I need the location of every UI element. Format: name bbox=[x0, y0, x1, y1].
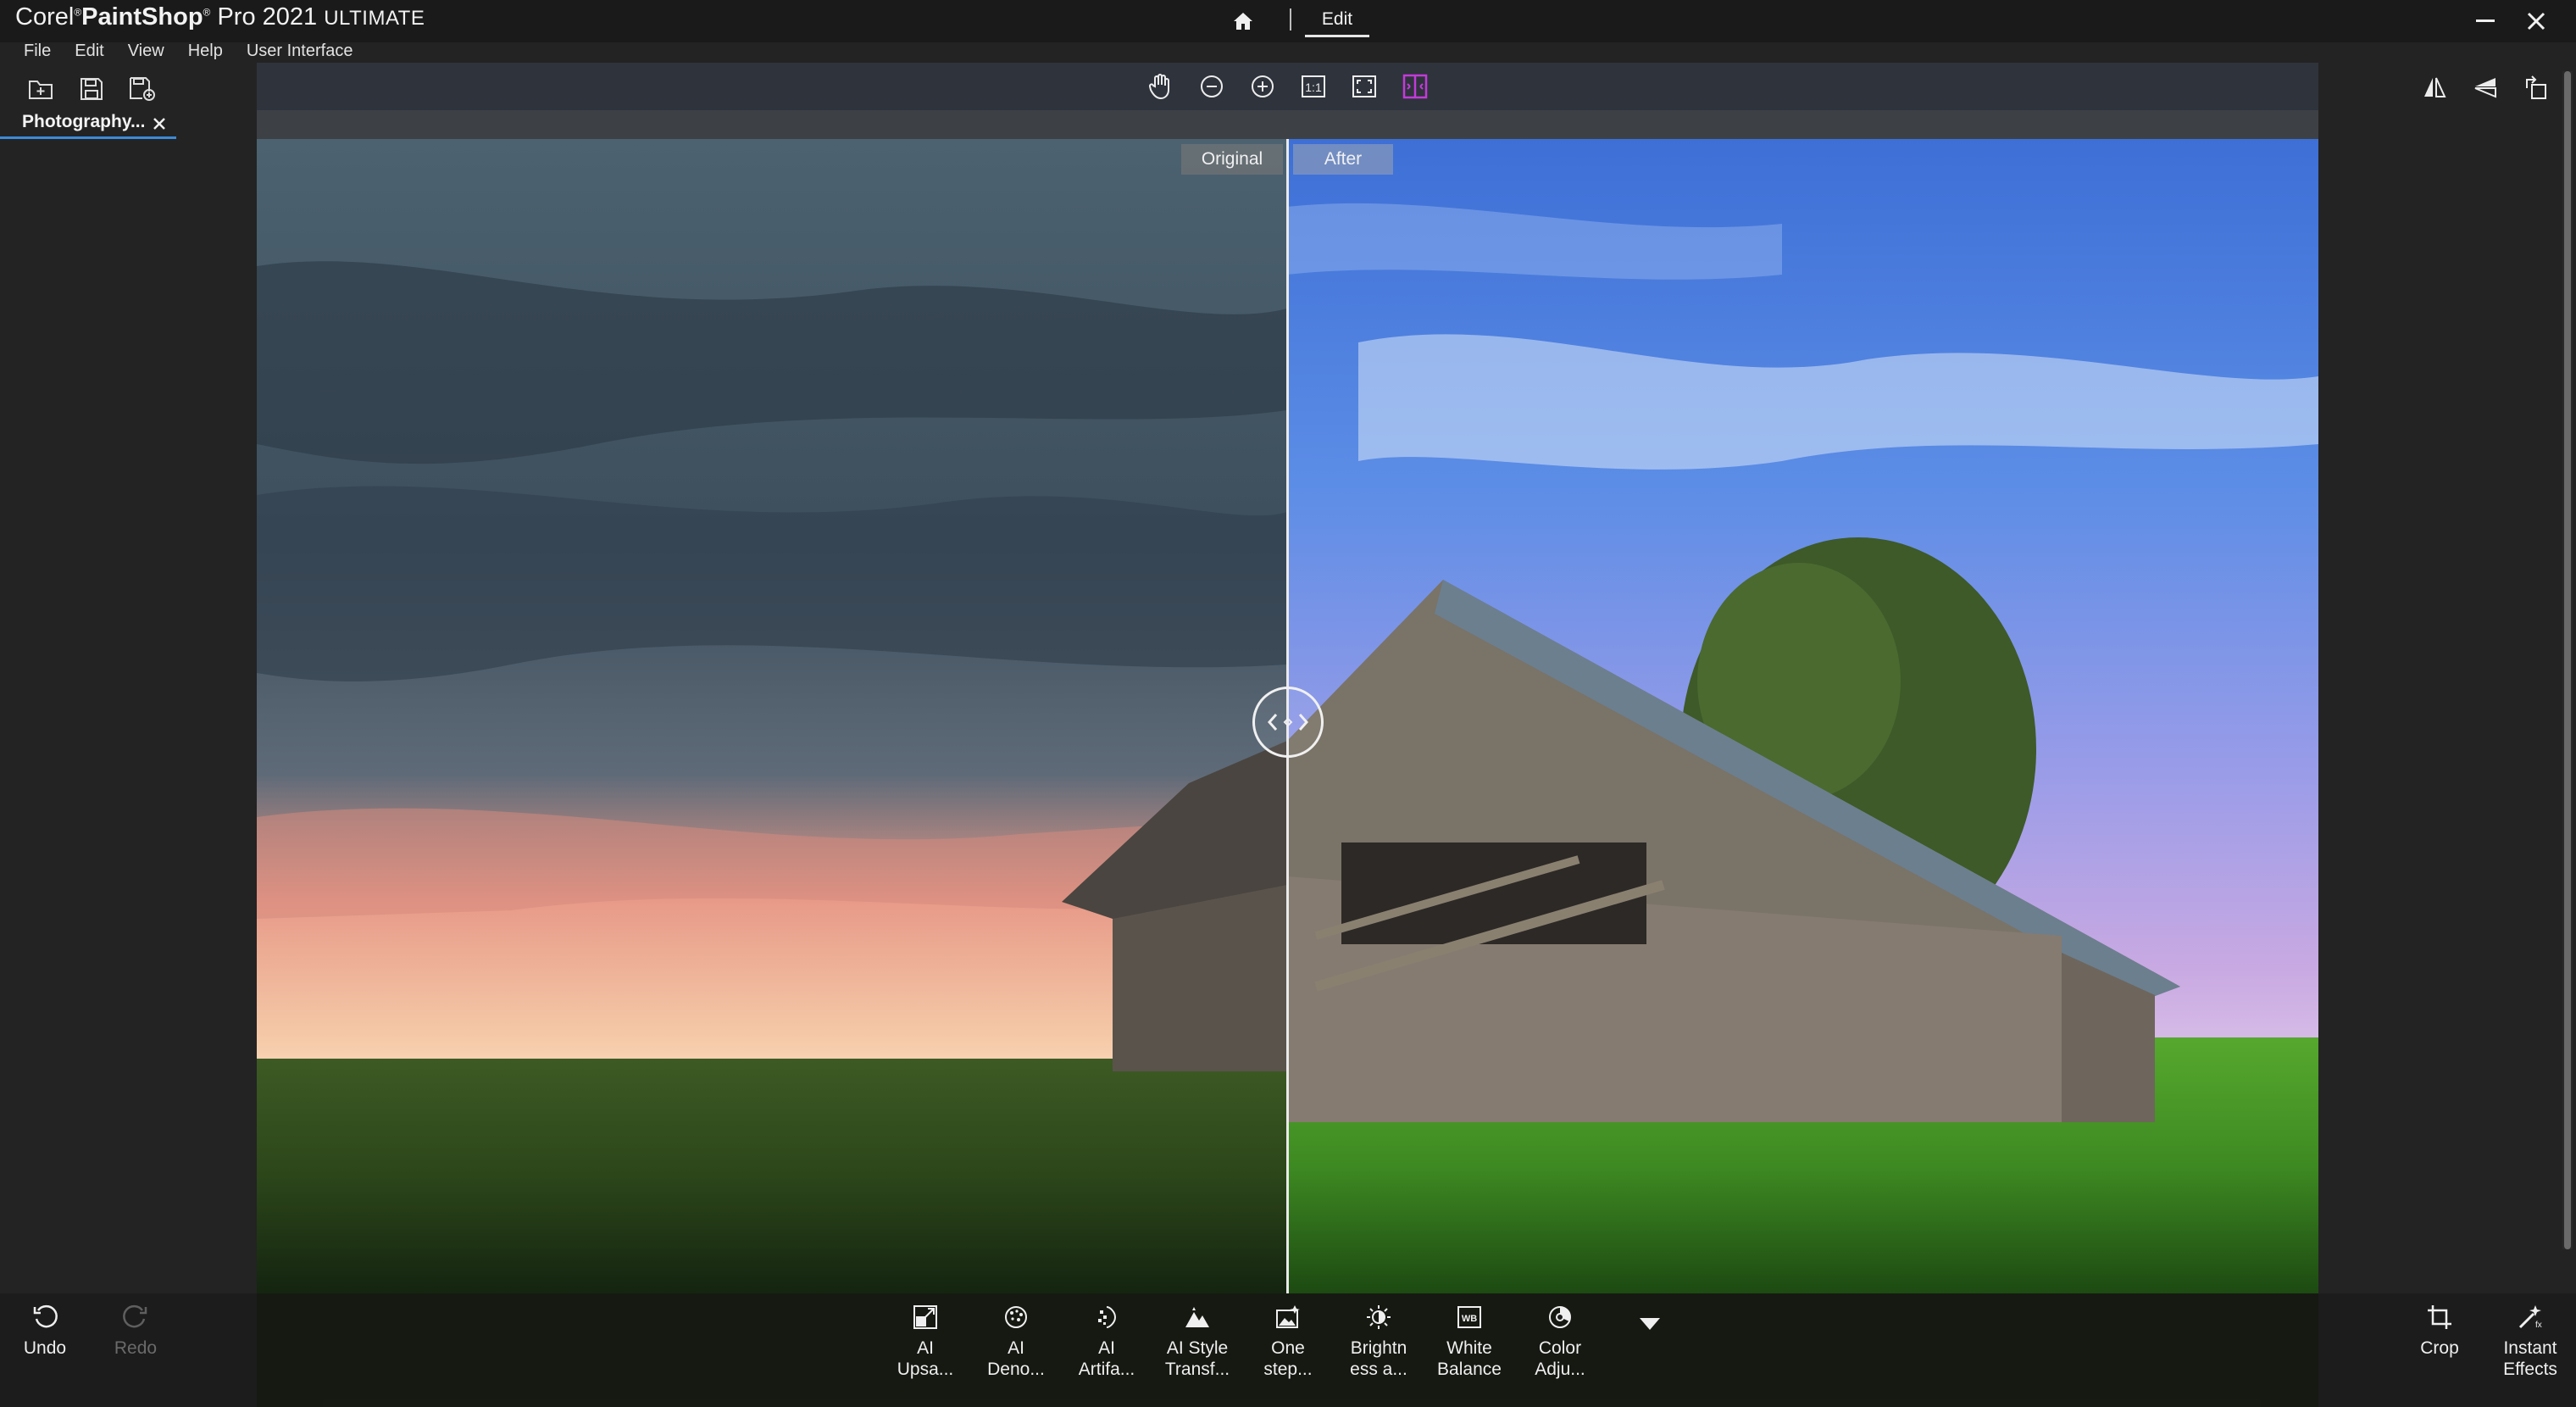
instant-effects-icon: fx bbox=[2518, 1305, 2542, 1330]
menu-bar: File Edit View Help User Interface bbox=[0, 42, 364, 63]
brand-suffix: Pro 2021 bbox=[217, 3, 318, 31]
white-balance-button[interactable]: WB White Balance bbox=[1427, 1300, 1512, 1404]
close-window-button[interactable] bbox=[2513, 3, 2559, 39]
more-tools-button[interactable] bbox=[1630, 1309, 1669, 1339]
undo-button[interactable]: Undo bbox=[3, 1300, 87, 1404]
ai-denoise-icon bbox=[1005, 1306, 1027, 1328]
pan-hand-icon bbox=[1148, 74, 1169, 100]
close-tab-icon bbox=[153, 118, 165, 130]
brightness-label: Brightn ess a... bbox=[1350, 1338, 1407, 1379]
white-balance-icon: WB bbox=[1457, 1306, 1481, 1328]
flip-vertical-button[interactable] bbox=[2466, 70, 2505, 105]
instant-effects-label: Instant Effects bbox=[2503, 1338, 2557, 1379]
ai-style-transfer-icon bbox=[1185, 1307, 1209, 1327]
actual-size-text: 1:1 bbox=[1305, 81, 1322, 94]
menu-user-interface[interactable]: User Interface bbox=[235, 42, 365, 63]
actual-size-button[interactable]: 1:1 bbox=[1295, 70, 1332, 103]
menu-help[interactable]: Help bbox=[176, 42, 235, 63]
zoom-in-button[interactable] bbox=[1244, 70, 1281, 103]
instant-effects-button[interactable]: fx Instant Effects bbox=[2488, 1300, 2573, 1404]
brand-edition: ULTIMATE bbox=[324, 7, 425, 30]
ai-style-transfer-button[interactable]: AI Style Transf... bbox=[1155, 1300, 1240, 1404]
undo-icon bbox=[33, 1304, 58, 1328]
flip-vertical-icon bbox=[2474, 78, 2496, 98]
flip-horizontal-button[interactable] bbox=[2415, 70, 2454, 105]
minimize-button[interactable] bbox=[2462, 3, 2508, 39]
one-step-photo-fix-button[interactable]: One step... bbox=[1246, 1300, 1330, 1404]
ai-upsampling-label: AI Upsa... bbox=[897, 1338, 954, 1379]
brand-prefix: Corel bbox=[15, 3, 75, 31]
crop-button[interactable]: Crop bbox=[2397, 1300, 2482, 1404]
save-as-button[interactable] bbox=[124, 71, 161, 107]
menu-file[interactable]: File bbox=[0, 42, 63, 63]
rotate-button[interactable] bbox=[2517, 70, 2556, 105]
white-balance-glyph: WB bbox=[1462, 1314, 1477, 1324]
color-adjust-label: Color Adju... bbox=[1535, 1338, 1585, 1379]
vertical-scrollbar[interactable] bbox=[2562, 71, 2573, 1249]
original-label: Original bbox=[1181, 144, 1283, 175]
open-icon bbox=[29, 81, 53, 99]
minimize-icon bbox=[2476, 19, 2495, 22]
color-adjust-icon bbox=[1549, 1306, 1571, 1328]
pan-button[interactable] bbox=[1142, 70, 1180, 103]
title-bar: Corel®PaintShop® Pro 2021 ULTIMATE Edit bbox=[0, 0, 2576, 42]
white-balance-label: White Balance bbox=[1437, 1338, 1502, 1379]
zoom-out-icon bbox=[1201, 75, 1223, 97]
app-title: Corel®PaintShop® Pro 2021 ULTIMATE bbox=[15, 3, 425, 31]
one-step-photo-fix-label: One step... bbox=[1263, 1338, 1313, 1379]
more-tools-icon bbox=[1640, 1318, 1660, 1330]
brightness-button[interactable]: Brightn ess a... bbox=[1336, 1300, 1421, 1404]
view-toolbar bbox=[257, 63, 2318, 110]
open-button[interactable] bbox=[22, 71, 59, 107]
zoom-in-icon bbox=[1252, 75, 1274, 97]
rotate-icon bbox=[2526, 75, 2546, 99]
redo-label: Redo bbox=[114, 1338, 158, 1358]
redo-button[interactable]: Redo bbox=[93, 1300, 178, 1404]
redo-icon bbox=[123, 1304, 147, 1328]
brightness-icon bbox=[1367, 1305, 1391, 1329]
save-button[interactable] bbox=[73, 71, 110, 107]
crop-label: Crop bbox=[2420, 1338, 2459, 1358]
menu-view[interactable]: View bbox=[116, 42, 176, 63]
home-button[interactable] bbox=[1227, 7, 1259, 36]
ai-artifact-removal-label: AI Artifa... bbox=[1078, 1338, 1135, 1379]
after-label: After bbox=[1293, 144, 1393, 175]
svg-text:fx: fx bbox=[2535, 1321, 2542, 1330]
color-adjust-button[interactable]: Color Adju... bbox=[1518, 1300, 1602, 1404]
crop-icon bbox=[2428, 1305, 2451, 1329]
ai-denoise-button[interactable]: AI Deno... bbox=[974, 1300, 1058, 1404]
mode-separator bbox=[1290, 8, 1291, 31]
ai-upsampling-button[interactable]: AI Upsa... bbox=[883, 1300, 968, 1404]
ai-style-transfer-label: AI Style Transf... bbox=[1164, 1338, 1230, 1379]
actual-size-icon: 1:1 bbox=[1302, 75, 1325, 97]
document-tab-label: Photography... bbox=[22, 112, 146, 131]
ai-artifact-removal-icon bbox=[1098, 1306, 1117, 1328]
fit-to-window-icon bbox=[1352, 75, 1376, 97]
brand-registered-mark-2: ® bbox=[203, 6, 211, 19]
zoom-out-button[interactable] bbox=[1193, 70, 1230, 103]
ai-upsampling-icon bbox=[913, 1305, 937, 1329]
undo-label: Undo bbox=[23, 1338, 67, 1358]
drag-handle-icon bbox=[1267, 714, 1309, 731]
brand-registered-mark: ® bbox=[74, 6, 82, 19]
flip-horizontal-icon bbox=[2424, 77, 2446, 97]
close-tab-button[interactable] bbox=[149, 114, 169, 134]
document-tab[interactable]: Photography... bbox=[0, 108, 176, 139]
fit-to-window-button[interactable] bbox=[1346, 70, 1383, 103]
compare-divider-handle[interactable] bbox=[1252, 687, 1324, 758]
compare-split-button[interactable] bbox=[1396, 70, 1434, 103]
scrollbar-thumb[interactable] bbox=[2564, 71, 2571, 1249]
brand-main: PaintShop bbox=[81, 3, 203, 31]
menu-edit[interactable]: Edit bbox=[63, 42, 115, 63]
one-step-photo-fix-icon bbox=[1276, 1305, 1300, 1328]
save-as-icon bbox=[130, 77, 155, 101]
save-icon bbox=[80, 78, 103, 100]
ai-denoise-label: AI Deno... bbox=[987, 1338, 1045, 1379]
close-icon bbox=[2527, 12, 2545, 31]
compare-split-icon bbox=[1402, 74, 1428, 99]
home-icon bbox=[1234, 13, 1252, 30]
tab-edit[interactable]: Edit bbox=[1305, 5, 1369, 37]
ai-artifact-removal-button[interactable]: AI Artifa... bbox=[1064, 1300, 1149, 1404]
